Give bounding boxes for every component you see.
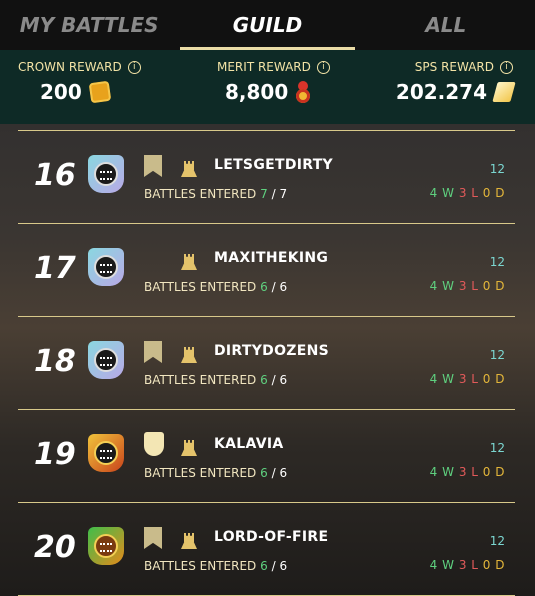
info-icon[interactable]: i [127, 60, 141, 74]
sps-token-icon [492, 82, 516, 102]
battles-entered-label: BATTLES ENTERED [144, 373, 257, 387]
battle-tabs: MY BATTLES GUILD ALL [0, 0, 535, 50]
battles-entered: BATTLES ENTERED 6 / 6 [144, 466, 288, 480]
wins: 4 W [429, 558, 455, 572]
battles-entered-total: 6 [279, 280, 288, 294]
guild-emblem-icon [88, 434, 126, 474]
guild-row[interactable]: 17 MAXITHEKING BATTLES ENTERED 6 / 6 12 4 W … [18, 223, 515, 316]
sps-reward: SPS REWARD i 202.274 [395, 60, 516, 104]
guild-hall-icon [181, 440, 197, 456]
rewards-bar: CROWN REWARD i 200 MERIT REWARD i 8,800 SP… [0, 50, 535, 124]
losses: 3 L [458, 558, 479, 572]
tab-my-battles[interactable]: MY BATTLES [0, 0, 178, 50]
guild-rank: 18 [34, 344, 76, 379]
wins: 4 W [429, 465, 455, 479]
wins: 4 W [429, 372, 455, 386]
battles-entered-count: 6 [260, 559, 268, 573]
banner-icon [144, 527, 162, 549]
guild-hall-icon [181, 533, 197, 549]
sps-reward-value: 202.274 [395, 80, 487, 104]
battles-entered-total: 6 [279, 559, 288, 573]
merit-reward-label: MERIT REWARD [217, 60, 311, 74]
sps-reward-label: SPS REWARD [414, 60, 494, 74]
guild-name[interactable]: LORD-OF-FIRE [214, 529, 328, 545]
win-loss-draw: 4 W 3 L 0 D [430, 465, 505, 479]
guild-row[interactable]: 16 LETSGETDIRTY BATTLES ENTERED 7 / 7 12 4 W… [18, 130, 515, 223]
battles-entered-count: 7 [260, 187, 268, 201]
battles-entered-count: 6 [260, 280, 268, 294]
guild-emblem-icon [88, 155, 126, 195]
draws: 0 D [482, 279, 505, 293]
battles-entered-total: 6 [279, 373, 288, 387]
guild-score: 12 [489, 348, 505, 362]
win-loss-draw: 4 W 3 L 0 D [430, 186, 505, 200]
guild-emblem-icon [88, 527, 126, 567]
guild-rank: 16 [34, 158, 76, 193]
draws: 0 D [482, 465, 505, 479]
wins: 4 W [429, 279, 455, 293]
guild-emblem-icon [88, 341, 126, 381]
battles-entered-total: 7 [279, 187, 288, 201]
battles-entered: BATTLES ENTERED 6 / 6 [144, 559, 288, 573]
crown-reward: CROWN REWARD i 200 [18, 60, 141, 104]
guild-rank: 20 [34, 530, 76, 565]
guild-row[interactable]: 18 DIRTYDOZENS BATTLES ENTERED 6 / 6 12 4 W … [18, 316, 515, 409]
guild-score: 12 [489, 162, 505, 176]
losses: 3 L [458, 372, 479, 386]
battles-entered-label: BATTLES ENTERED [144, 466, 257, 480]
guild-row[interactable]: 20 LORD-OF-FIRE BATTLES ENTERED 6 / 6 12 4 W… [18, 502, 515, 596]
wins: 4 W [429, 186, 455, 200]
guild-rank: 17 [34, 251, 76, 286]
win-loss-draw: 4 W 3 L 0 D [430, 372, 505, 386]
guild-emblem-icon [88, 248, 126, 288]
tab-guild[interactable]: GUILD [178, 0, 356, 50]
guild-score: 12 [489, 255, 505, 269]
crown-reward-label: CROWN REWARD [18, 60, 122, 74]
guild-hall-icon [181, 347, 197, 363]
guild-row[interactable]: 19 KALAVIA BATTLES ENTERED 6 / 6 12 4 W 3 L … [18, 409, 515, 502]
crown-reward-value: 200 [40, 80, 82, 104]
guild-score: 12 [489, 441, 505, 455]
draws: 0 D [482, 372, 505, 386]
info-icon[interactable]: i [500, 60, 513, 74]
draws: 0 D [482, 558, 505, 572]
guild-hall-icon [181, 254, 197, 270]
losses: 3 L [458, 279, 479, 293]
info-icon[interactable]: i [316, 60, 330, 74]
guild-standings-list: 16 LETSGETDIRTY BATTLES ENTERED 7 / 7 12 4 W… [18, 130, 515, 596]
banner-icon [144, 155, 162, 177]
battles-entered-label: BATTLES ENTERED [144, 559, 257, 573]
guild-name[interactable]: DIRTYDOZENS [214, 343, 329, 359]
battles-entered: BATTLES ENTERED 7 / 7 [144, 187, 288, 201]
guild-name[interactable]: LETSGETDIRTY [214, 157, 333, 173]
battles-entered: BATTLES ENTERED 6 / 6 [144, 280, 288, 294]
battles-entered-total: 6 [279, 466, 288, 480]
win-loss-draw: 4 W 3 L 0 D [430, 558, 505, 572]
crown-token-icon [88, 80, 112, 104]
merit-reward-value: 8,800 [225, 80, 289, 104]
banner-icon [144, 341, 162, 363]
merit-medal-icon [296, 81, 311, 103]
guild-hall-icon [181, 161, 197, 177]
battles-entered-label: BATTLES ENTERED [144, 187, 257, 201]
guild-name[interactable]: KALAVIA [214, 436, 283, 452]
losses: 3 L [458, 465, 479, 479]
battles-entered-count: 6 [260, 373, 268, 387]
win-loss-draw: 4 W 3 L 0 D [430, 279, 505, 293]
crest-icon [144, 432, 164, 456]
losses: 3 L [458, 186, 479, 200]
battles-entered-label: BATTLES ENTERED [144, 280, 257, 294]
merit-reward: MERIT REWARD i 8,800 [217, 60, 330, 104]
guild-rank: 19 [34, 437, 76, 472]
battles-entered: BATTLES ENTERED 6 / 6 [144, 373, 288, 387]
draws: 0 D [482, 186, 505, 200]
battles-entered-count: 6 [260, 466, 268, 480]
tab-all[interactable]: ALL [357, 0, 535, 50]
guild-score: 12 [489, 534, 505, 548]
guild-name[interactable]: MAXITHEKING [214, 250, 328, 266]
